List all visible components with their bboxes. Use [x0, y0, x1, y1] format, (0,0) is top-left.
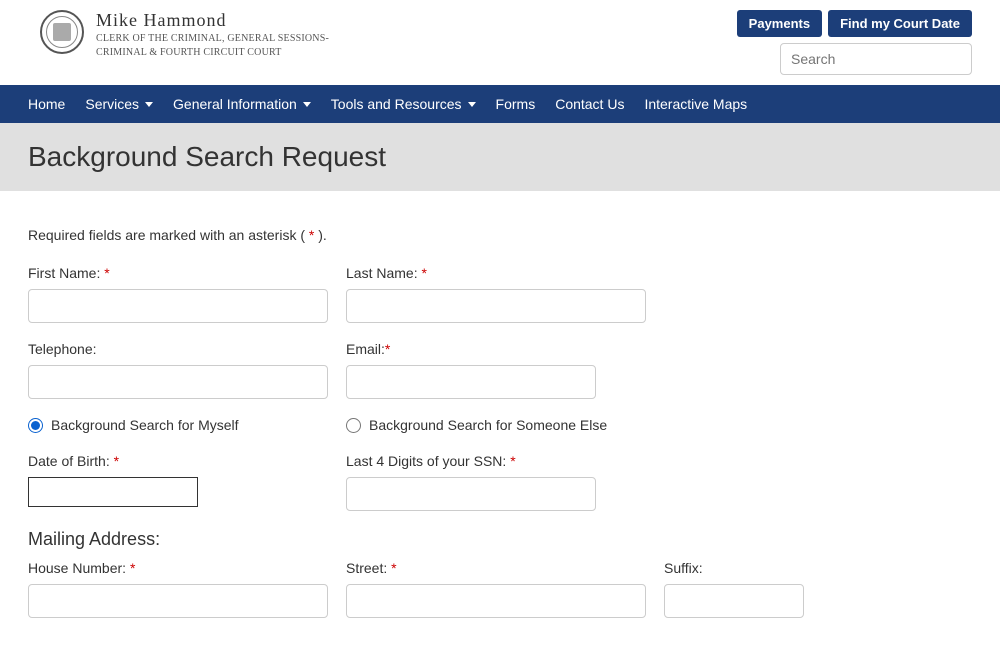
first-name-label: First Name: * — [28, 265, 328, 281]
nav-interactive-maps[interactable]: Interactive Maps — [644, 96, 747, 112]
asterisk-icon: * — [385, 341, 390, 357]
header-left: Mike Hammond CLERK OF THE CRIMINAL, GENE… — [40, 10, 329, 59]
street-label: Street: * — [346, 560, 646, 576]
dob-label: Date of Birth: * — [28, 453, 328, 469]
email-label: Email:* — [346, 341, 596, 357]
asterisk-icon: * — [130, 560, 135, 576]
nav-tools-resources[interactable]: Tools and Resources — [331, 96, 476, 112]
asterisk-icon: * — [104, 265, 109, 281]
dob-input[interactable] — [28, 477, 198, 507]
ssn-label: Last 4 Digits of your SSN: * — [346, 453, 596, 469]
telephone-input[interactable] — [28, 365, 328, 399]
street-input[interactable] — [346, 584, 646, 618]
nav-forms[interactable]: Forms — [496, 96, 536, 112]
nav-home-label: Home — [28, 96, 65, 112]
header-buttons: Payments Find my Court Date — [737, 10, 972, 37]
form-content: Required fields are marked with an aster… — [0, 191, 1000, 656]
nav-general-information[interactable]: General Information — [173, 96, 311, 112]
nav-contact[interactable]: Contact Us — [555, 96, 624, 112]
clerk-subtitle-line2: CRIMINAL & FOURTH CIRCUIT COURT — [96, 46, 329, 59]
email-input[interactable] — [346, 365, 596, 399]
house-number-label-text: House Number: — [28, 560, 130, 576]
asterisk-icon: * — [510, 453, 515, 469]
ssn-input[interactable] — [346, 477, 596, 511]
title-block: Mike Hammond CLERK OF THE CRIMINAL, GENE… — [96, 10, 329, 59]
clerk-subtitle-line1: CLERK OF THE CRIMINAL, GENERAL SESSIONS- — [96, 32, 329, 45]
nav-forms-label: Forms — [496, 96, 536, 112]
dob-label-text: Date of Birth: — [28, 453, 114, 469]
nav-general-info-label: General Information — [173, 96, 297, 112]
radio-other[interactable] — [346, 418, 361, 433]
required-note: Required fields are marked with an aster… — [28, 227, 972, 243]
header: Mike Hammond CLERK OF THE CRIMINAL, GENE… — [0, 0, 1000, 85]
asterisk-icon: * — [391, 560, 396, 576]
seal-icon — [40, 10, 84, 54]
find-court-date-button[interactable]: Find my Court Date — [828, 10, 972, 37]
nav-home[interactable]: Home — [28, 96, 65, 112]
page-title-band: Background Search Request — [0, 123, 1000, 191]
clerk-name: Mike Hammond — [96, 10, 329, 31]
required-note-prefix: Required fields are marked with an aster… — [28, 227, 309, 243]
nav-services-label: Services — [85, 96, 139, 112]
telephone-label: Telephone: — [28, 341, 328, 357]
header-right: Payments Find my Court Date — [737, 10, 972, 75]
email-label-text: Email: — [346, 341, 385, 357]
mailing-address-heading: Mailing Address: — [28, 529, 972, 550]
nav-contact-label: Contact Us — [555, 96, 624, 112]
nav-services[interactable]: Services — [85, 96, 153, 112]
radio-self-label: Background Search for Myself — [51, 417, 239, 433]
house-number-input[interactable] — [28, 584, 328, 618]
first-name-label-text: First Name: — [28, 265, 104, 281]
last-name-label: Last Name: * — [346, 265, 646, 281]
main-nav: Home Services General Information Tools … — [0, 85, 1000, 123]
asterisk-icon: * — [421, 265, 426, 281]
required-note-suffix: ). — [314, 227, 326, 243]
chevron-down-icon — [468, 102, 476, 107]
payments-button[interactable]: Payments — [737, 10, 822, 37]
chevron-down-icon — [303, 102, 311, 107]
chevron-down-icon — [145, 102, 153, 107]
search-input[interactable] — [780, 43, 972, 75]
last-name-input[interactable] — [346, 289, 646, 323]
last-name-label-text: Last Name: — [346, 265, 421, 281]
suffix-label: Suffix: — [664, 560, 804, 576]
street-label-text: Street: — [346, 560, 391, 576]
nav-tools-label: Tools and Resources — [331, 96, 462, 112]
nav-maps-label: Interactive Maps — [644, 96, 747, 112]
suffix-input[interactable] — [664, 584, 804, 618]
asterisk-icon: * — [114, 453, 119, 469]
house-number-label: House Number: * — [28, 560, 328, 576]
radio-self[interactable] — [28, 418, 43, 433]
radio-other-label: Background Search for Someone Else — [369, 417, 607, 433]
ssn-label-text: Last 4 Digits of your SSN: — [346, 453, 510, 469]
page-title: Background Search Request — [28, 141, 972, 173]
first-name-input[interactable] — [28, 289, 328, 323]
